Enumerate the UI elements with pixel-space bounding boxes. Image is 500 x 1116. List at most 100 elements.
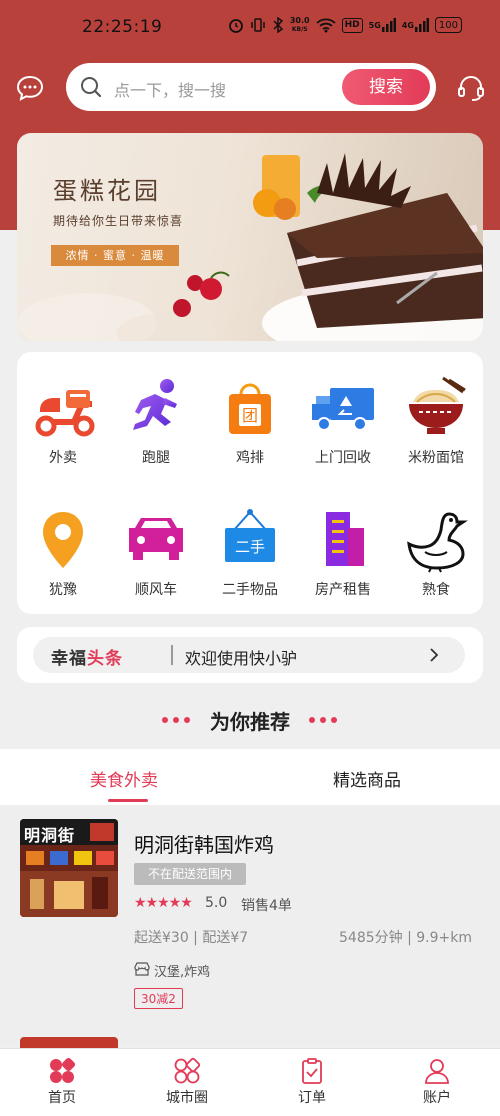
category-real-estate[interactable]: 房产租售 [303, 506, 383, 599]
alarm-icon [228, 17, 244, 33]
nav-city-circle[interactable]: 城市圈 [147, 1057, 227, 1107]
category-hesitate[interactable]: 犹豫 [23, 506, 103, 599]
category-label: 跑腿 [142, 450, 170, 466]
category-carpool[interactable]: 顺风车 [116, 506, 196, 599]
net-speed: 30.0 KB/S [289, 15, 310, 33]
net-speed-value: 30.0 [289, 15, 310, 25]
nav-label: 账户 [423, 1090, 451, 1106]
category-label: 犹豫 [49, 582, 77, 598]
signal-icon-2: 4G [402, 17, 429, 33]
store-icon [134, 961, 150, 980]
shop-category: 汉堡,炸鸡 [134, 961, 210, 980]
bottom-nav: 首页 城市圈 订单 账户 [0, 1048, 500, 1116]
header: 点一下，搜一搜 搜索 [0, 60, 500, 116]
category-label: 房产租售 [315, 582, 371, 598]
status-bar: 22:25:19 30.0 KB/S HD 5G 4G 100 [0, 0, 500, 56]
goose-icon [407, 512, 468, 573]
location-pin-icon [43, 512, 83, 568]
promo-banner[interactable]: 蛋糕花园 期待给你生日带来惊喜 浓情 · 蜜意 · 温暖 [17, 133, 483, 341]
tab-food-takeout[interactable]: 美食外卖 [90, 766, 158, 791]
wifi-icon [315, 17, 336, 33]
category-label: 顺风车 [135, 582, 177, 598]
status-icons: 30.0 KB/S HD 5G 4G 100 [228, 15, 462, 33]
nav-orders[interactable]: 订单 [272, 1057, 352, 1107]
battery-level: 100 [438, 19, 458, 31]
search-box[interactable]: 点一下，搜一搜 搜索 [66, 63, 436, 111]
shop-category-text: 汉堡,炸鸡 [154, 965, 211, 980]
news-ticker[interactable]: 幸福头条 欢迎使用快小驴 [17, 627, 483, 683]
shopping-bag-icon: 团 [229, 383, 271, 434]
category-label: 熟食 [422, 582, 450, 598]
home-grid-icon [50, 1057, 76, 1083]
news-text: 欢迎使用快小驴 [185, 649, 298, 668]
search-input[interactable]: 点一下，搜一搜 [114, 77, 226, 101]
search-button[interactable]: 搜索 [342, 69, 430, 105]
news-logo-part1: 幸福 [51, 649, 87, 669]
category-deli[interactable]: 熟食 [396, 506, 476, 599]
search-icon [80, 76, 102, 102]
banner-subtitle: 期待给你生日带来惊喜 [53, 214, 184, 228]
nav-label: 城市圈 [166, 1090, 208, 1106]
category-label: 鸡排 [236, 450, 264, 466]
secondhand-sign-icon: 二手 [225, 509, 275, 562]
order-clipboard-icon [302, 1058, 322, 1084]
category-secondhand[interactable]: 二手 二手物品 [210, 506, 290, 599]
scooter-icon [35, 390, 95, 437]
message-icon[interactable] [15, 73, 45, 103]
signal-label-2: 4G [401, 20, 414, 30]
category-takeout[interactable]: 外卖 [23, 374, 103, 467]
chevron-right-icon [429, 647, 439, 667]
bluetooth-icon [272, 17, 284, 33]
shop-image: 明洞街 [20, 819, 118, 917]
category-label: 外卖 [49, 450, 77, 466]
category-label: 上门回收 [315, 450, 371, 466]
city-circle-icon [174, 1057, 201, 1084]
shop-sales: 销售4单 [241, 898, 292, 914]
vibrate-icon [250, 17, 266, 33]
signal-label-1: 5G [368, 20, 381, 30]
recommend-tabs: 美食外卖 精选商品 [0, 749, 500, 805]
shop-name: 明洞街韩国炸鸡 [134, 833, 274, 857]
signal-icon-1: 5G [369, 17, 396, 33]
banner-title: 蛋糕花园 [53, 177, 161, 205]
recommend-title: 为你推荐 [210, 710, 290, 734]
user-icon [425, 1059, 449, 1084]
recycle-truck-icon [312, 388, 374, 431]
category-chicken-cutlet[interactable]: 团 鸡排 [210, 374, 290, 467]
category-errand[interactable]: 跑腿 [116, 374, 196, 467]
nav-label: 订单 [298, 1090, 326, 1106]
rating-stars-icon: ★★★★★ [134, 895, 193, 911]
shop-distance: 5485分钟 | 9.9+km [339, 930, 472, 946]
shop-list: 明洞街 明洞街韩国炸鸡 不在配送范围内 ★★★★★ 5.0 销售4单 起送¥30… [0, 805, 500, 1057]
category-noodles[interactable]: 米粉面馆 [396, 374, 476, 467]
customer-service-icon[interactable] [456, 73, 486, 103]
battery-icon: 100 [434, 17, 462, 33]
tab-active-indicator [108, 799, 148, 802]
shop-image-text: 明洞街 [24, 826, 76, 845]
building-icon [326, 512, 364, 566]
nav-label: 首页 [48, 1090, 76, 1106]
category-recycle[interactable]: 上门回收 [303, 374, 383, 467]
tab-selected-goods[interactable]: 精选商品 [333, 766, 401, 791]
category-label: 米粉面馆 [408, 450, 464, 466]
status-badge: 不在配送范围内 [134, 863, 247, 885]
bag-icon-text: 团 [242, 406, 258, 425]
runner-icon [133, 379, 177, 430]
news-logo-part2: 头条 [87, 649, 123, 669]
divider [171, 645, 173, 665]
noodle-bowl-icon [409, 376, 466, 434]
status-time: 22:25:19 [82, 17, 163, 37]
shop-delivery-fee: 起送¥30 | 配送¥7 [134, 930, 249, 946]
category-label: 二手物品 [222, 582, 278, 598]
nav-home[interactable]: 首页 [22, 1057, 102, 1107]
shop-rating: 5.0 [205, 895, 228, 911]
shop-card[interactable]: 明洞街 明洞街韩国炸鸡 不在配送范围内 ★★★★★ 5.0 销售4单 起送¥30… [0, 805, 500, 1025]
nav-account[interactable]: 账户 [397, 1057, 477, 1107]
banner-tag: 浓情 · 蜜意 · 温暖 [51, 245, 179, 266]
hd-badge: HD [341, 17, 363, 33]
car-icon [129, 518, 183, 560]
net-speed-unit: KB/S [291, 25, 308, 33]
news-ticker-inner: 幸福头条 欢迎使用快小驴 [33, 637, 465, 673]
news-logo: 幸福头条 [51, 644, 123, 669]
category-grid: 外卖 跑腿 团 鸡排 上门回收 米粉面馆 犹豫 顺风车 二手 二手物品 房产租售… [17, 352, 483, 614]
